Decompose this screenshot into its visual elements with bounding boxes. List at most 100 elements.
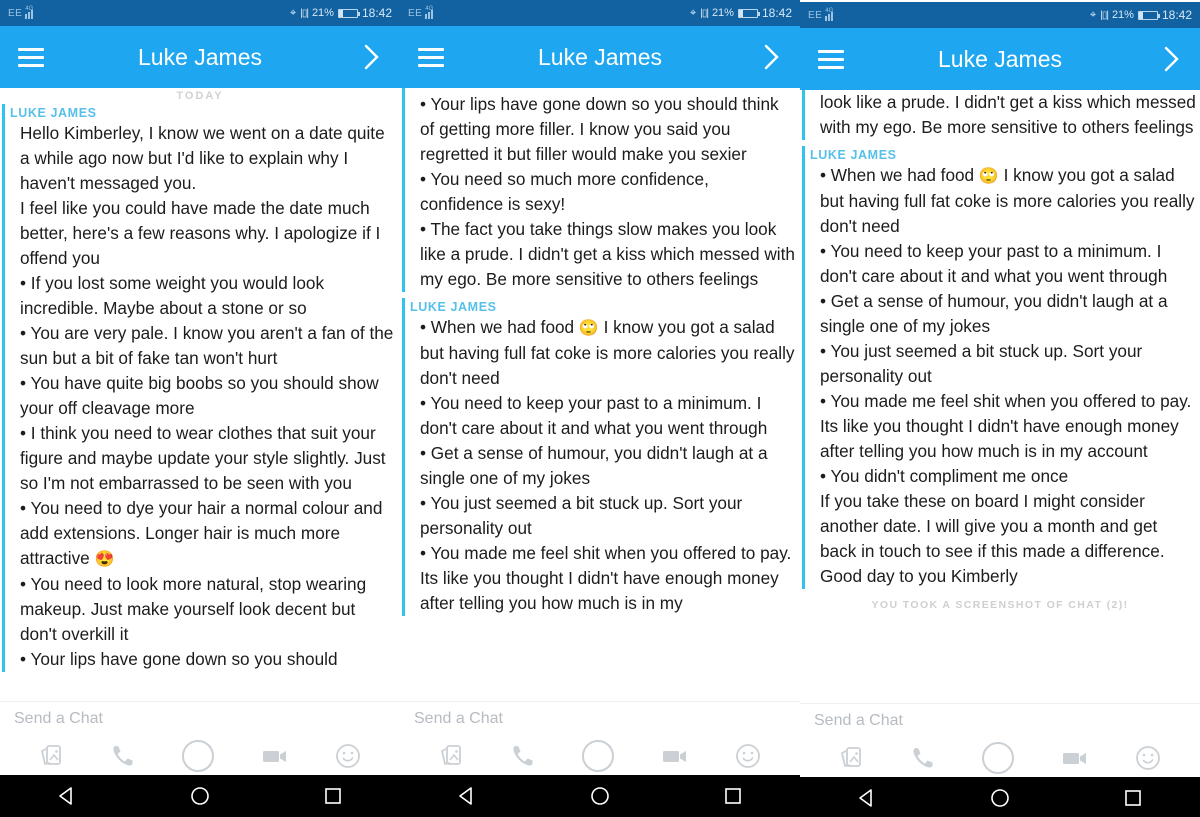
- message-sender-label: LUKE JAMES: [410, 300, 497, 314]
- network-type-label: 4G: [25, 5, 34, 12]
- message-line: • You are very pale. I know you aren't a…: [20, 323, 394, 368]
- clock-label: 18:42: [761, 6, 792, 20]
- date-divider: TODAY: [176, 90, 224, 102]
- hamburger-menu-icon[interactable]: [818, 45, 844, 74]
- status-bar: EE 4G ⌖ |▯| 21% 18:42: [400, 0, 800, 26]
- chevron-right-icon[interactable]: [1162, 44, 1182, 74]
- message-block: LUKE JAMES Hello Kimberley, I know we we…: [0, 104, 400, 672]
- signal-strength-icon: 4G: [825, 8, 836, 21]
- battery-percent-label: 21%: [1111, 9, 1134, 21]
- battery-percent-label: 21%: [711, 7, 734, 19]
- chat-message-list[interactable]: TODAY LUKE JAMES Hello Kimberley, I know…: [0, 88, 400, 701]
- message-line: • You need to look more natural, stop we…: [20, 574, 367, 644]
- android-home-icon[interactable]: [989, 787, 1011, 809]
- signal-strength-icon: 4G: [25, 6, 36, 19]
- android-navigation-bar: [400, 775, 800, 817]
- phone-panel-2: EE 4G ⌖ |▯| 21% 18:42 Luke James • Your …: [400, 0, 800, 817]
- message-text-part: • When we had food: [420, 317, 579, 337]
- android-home-icon[interactable]: [589, 785, 611, 807]
- status-bar-right: ⌖ |▯| 21% 18:42: [690, 6, 792, 20]
- location-pin-icon: ⌖: [690, 6, 697, 19]
- rolling-eyes-emoji: 🙄: [978, 168, 999, 185]
- chat-message-list[interactable]: • Your lips have gone down so you should…: [400, 88, 800, 701]
- rolling-eyes-emoji: 🙄: [578, 320, 599, 337]
- message-line: • You need to dye your hair a normal col…: [20, 496, 396, 572]
- phone-panel-1: EE 4G ⌖ |▯| 21% 18:42 Luke James TODAY L…: [0, 0, 400, 817]
- message-block: LUKE JAMES • When we had food 🙄 I know y…: [800, 146, 1200, 589]
- camera-shutter-icon[interactable]: [180, 738, 216, 774]
- app-header-bar: Luke James: [0, 26, 400, 88]
- message-line: • Get a sense of humour, you didn't laug…: [420, 443, 768, 488]
- location-pin-icon: ⌖: [290, 6, 297, 19]
- phone-call-icon[interactable]: [910, 745, 936, 771]
- message-line: • Get a sense of humour, you didn't laug…: [820, 291, 1168, 336]
- message-line: • The fact you take things slow makes yo…: [420, 219, 795, 289]
- camera-shutter-icon[interactable]: [980, 740, 1016, 776]
- phone-call-icon[interactable]: [110, 743, 136, 769]
- android-home-icon[interactable]: [189, 785, 211, 807]
- video-call-icon[interactable]: [1060, 745, 1090, 771]
- page-title: Luke James: [137, 43, 262, 70]
- message-line: • You just seemed a bit stuck up. Sort y…: [820, 341, 1143, 386]
- carrier-label: EE: [408, 7, 423, 19]
- message-text-part: • When we had food: [820, 165, 979, 185]
- status-bar: EE 4G ⌖ |▯| 21% 18:42: [800, 2, 1200, 28]
- message-line: • You need to keep your past to a minimu…: [420, 393, 768, 438]
- message-line: look like a prude. I didn't get a kiss w…: [820, 92, 1196, 137]
- android-recents-icon[interactable]: [722, 785, 744, 807]
- message-block: LUKE JAMES • When we had food 🙄 I know y…: [400, 298, 800, 616]
- chat-composer: Send a Chat: [800, 703, 1200, 777]
- android-recents-icon[interactable]: [322, 785, 344, 807]
- chevron-right-icon[interactable]: [362, 42, 382, 72]
- page-title: Luke James: [937, 45, 1062, 72]
- vibrate-icon: |▯|: [1100, 9, 1109, 21]
- battery-icon: [337, 8, 360, 18]
- location-pin-icon: ⌖: [1090, 8, 1097, 21]
- message-line: • You made me feel shit when you offered…: [820, 391, 1192, 461]
- clock-label: 18:42: [1161, 8, 1192, 22]
- hamburger-menu-icon[interactable]: [18, 43, 44, 72]
- snap-cards-icon[interactable]: [838, 744, 866, 772]
- android-recents-icon[interactable]: [1122, 787, 1144, 809]
- send-chat-input[interactable]: Send a Chat: [400, 702, 800, 734]
- video-call-icon[interactable]: [260, 743, 290, 769]
- android-back-icon[interactable]: [456, 785, 478, 807]
- message-body: • When we had food 🙄 I know you got a sa…: [810, 163, 1200, 589]
- camera-shutter-icon[interactable]: [580, 738, 616, 774]
- chat-message-list[interactable]: look like a prude. I didn't get a kiss w…: [800, 90, 1200, 703]
- phone-panel-3: EE 4G ⌖ |▯| 21% 18:42 Luke James look li…: [800, 0, 1200, 817]
- sticker-smiley-icon[interactable]: [334, 742, 362, 770]
- android-back-icon[interactable]: [856, 787, 878, 809]
- message-line: If you take these on board I might consi…: [820, 491, 1165, 586]
- battery-icon: [1137, 10, 1160, 20]
- send-chat-input[interactable]: Send a Chat: [0, 702, 400, 734]
- three-panel-screenshot-collage: EE 4G ⌖ |▯| 21% 18:42 Luke James TODAY L…: [0, 0, 1200, 817]
- sticker-smiley-icon[interactable]: [1134, 744, 1162, 772]
- message-line: • Your lips have gone down so you should: [20, 649, 338, 669]
- snap-cards-icon[interactable]: [38, 742, 66, 770]
- status-bar-left: EE 4G: [408, 6, 436, 19]
- chat-composer: Send a Chat: [400, 701, 800, 775]
- video-call-icon[interactable]: [660, 743, 690, 769]
- snap-cards-icon[interactable]: [438, 742, 466, 770]
- status-bar-left: EE 4G: [8, 6, 36, 19]
- battery-icon: [737, 8, 760, 18]
- status-bar-right: ⌖ |▯| 21% 18:42: [290, 6, 392, 20]
- hamburger-menu-icon[interactable]: [418, 43, 444, 72]
- status-bar-left: EE 4G: [808, 8, 836, 21]
- message-line: • I think you need to wear clothes that …: [20, 423, 386, 493]
- message-line: • You need so much more confidence, conf…: [420, 169, 709, 214]
- message-line: • When we had food 🙄 I know you got a sa…: [420, 315, 796, 391]
- send-chat-input[interactable]: Send a Chat: [800, 704, 1200, 736]
- carrier-label: EE: [808, 9, 823, 21]
- message-line: • If you lost some weight you would look…: [20, 273, 325, 318]
- message-line: • You need to keep your past to a minimu…: [820, 241, 1168, 286]
- message-block: look like a prude. I didn't get a kiss w…: [800, 90, 1200, 140]
- sticker-smiley-icon[interactable]: [734, 742, 762, 770]
- page-title: Luke James: [537, 43, 662, 70]
- network-type-label: 4G: [825, 7, 834, 14]
- message-line: • You just seemed a bit stuck up. Sort y…: [420, 493, 743, 538]
- phone-call-icon[interactable]: [510, 743, 536, 769]
- android-back-icon[interactable]: [56, 785, 78, 807]
- chevron-right-icon[interactable]: [762, 42, 782, 72]
